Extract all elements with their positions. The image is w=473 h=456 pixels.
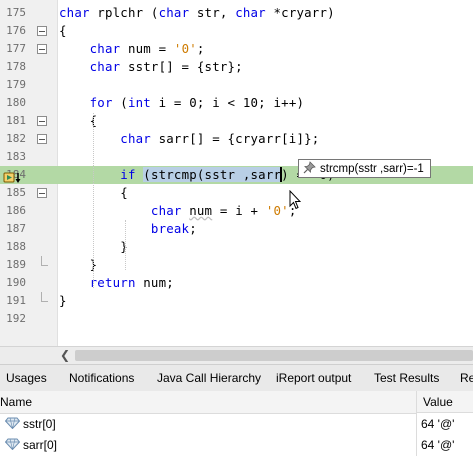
code-line-178[interactable]: 178 char sstr[] = {str}; [0,58,473,76]
column-header-value[interactable]: Value [417,391,473,413]
tab-ireport-output[interactable]: iReport output [276,371,351,385]
line-number: 175 [6,6,26,19]
code-text[interactable]: char sstr[] = {str}; [59,59,243,74]
column-header-name[interactable]: Name [0,391,416,414]
indent-guide [93,113,94,288]
table-row[interactable]: sarr[0] 64 '@' [0,434,473,455]
line-number: 182 [6,132,26,145]
fold-toggle-icon[interactable] [37,44,47,54]
code-line-191[interactable]: 191} [0,292,473,310]
code-line-179[interactable]: 179 [0,76,473,94]
output-tabs-bar: Usages Notifications Java Call Hierarchy iR… [0,364,473,392]
line-number: 178 [6,60,26,73]
variable-name: sstr[0] [23,417,56,431]
fold-toggle-icon[interactable] [37,26,47,36]
code-line-189[interactable]: 189 } [0,256,473,274]
code-text[interactable]: char sarr[] = {cryarr[i]}; [59,131,319,146]
line-number: 180 [6,96,26,109]
variable-tooltip: strcmp(sstr ,sarr)=-1 [298,159,431,178]
code-line-182[interactable]: 182 char sarr[] = {cryarr[i]}; [0,130,473,148]
line-number: 176 [6,24,26,37]
tab-usages[interactable]: Usages [6,371,47,385]
code-text[interactable]: } [59,257,97,272]
mouse-cursor-icon [289,189,302,214]
code-line-192[interactable]: 192 [0,310,473,328]
fold-toggle-icon[interactable] [37,116,47,126]
code-line-180[interactable]: 180 for (int i = 0; i < 10; i++) [0,94,473,112]
code-text[interactable]: { [59,23,67,38]
line-number: 186 [6,204,26,217]
variable-value[interactable]: 64 '@' [421,438,454,452]
indent-guide [125,220,126,270]
line-number: 192 [6,312,26,325]
variable-value[interactable]: 64 '@' [421,417,454,431]
table-row[interactable]: sstr[0] 64 '@' [0,413,473,434]
code-line-175[interactable]: 175 char rplchr (char str, char *cryarr) [0,4,473,22]
line-number: 191 [6,294,26,307]
line-number: 187 [6,222,26,235]
code-line-185[interactable]: 185 { [0,184,473,202]
variable-name: sarr[0] [23,438,58,452]
tab-notifications[interactable]: Notifications [69,371,134,385]
horizontal-scrollbar[interactable]: ❮ [0,346,473,364]
line-number: 183 [6,150,26,163]
tab-re[interactable]: Re [460,371,473,385]
line-number: 177 [6,42,26,55]
line-number: 190 [6,276,26,289]
scrollbar-thumb[interactable] [75,350,473,361]
fold-toggle-icon[interactable] [37,188,47,198]
code-text[interactable]: break; [59,221,197,236]
tooltip-text: strcmp(sstr ,sarr)=-1 [320,162,424,175]
code-text[interactable]: { [59,113,97,128]
variable-icon [4,438,21,453]
line-number: 179 [6,78,26,91]
code-text[interactable]: } [59,293,67,308]
code-text[interactable]: for (int i = 0; i < 10; i++) [59,95,304,110]
code-editor[interactable]: 175 char rplchr (char str, char *cryarr) 1… [0,0,473,347]
scroll-left-icon[interactable]: ❮ [60,348,70,362]
variable-icon [4,417,21,432]
code-text[interactable]: if (strcmp(sstr ,sarr) == 0) [59,167,335,182]
variables-table: Name Value sstr[0] 64 '@' sarr[0] 64 '@' [0,391,473,456]
code-line-177[interactable]: 177 char num = '0'; [0,40,473,58]
code-line-186[interactable]: 186 char num = i + '0'; [0,202,473,220]
code-line-181[interactable]: 181 { [0,112,473,130]
pin-icon[interactable] [303,160,316,177]
fold-toggle-icon[interactable] [37,134,47,144]
fold-end-marker [41,292,48,302]
line-number: 181 [6,114,26,127]
code-text[interactable]: return num; [59,275,174,290]
code-line-190[interactable]: 190 return num; [0,274,473,292]
code-line-188[interactable]: 188 } [0,238,473,256]
code-line-176[interactable]: 176 { [0,22,473,40]
line-number: 188 [6,240,26,253]
line-number: 189 [6,258,26,271]
code-text[interactable]: char rplchr (char str, char *cryarr) [59,5,335,20]
code-text[interactable]: char num = i + '0'; [59,203,297,218]
code-text[interactable]: char num = '0'; [59,41,205,56]
tab-java-call-hierarchy[interactable]: Java Call Hierarchy [157,371,261,385]
fold-end-marker [41,256,48,266]
program-counter-icon[interactable] [3,169,21,183]
tab-test-results[interactable]: Test Results [374,371,439,385]
line-number: 185 [6,186,26,199]
code-line-187[interactable]: 187 break; [0,220,473,238]
